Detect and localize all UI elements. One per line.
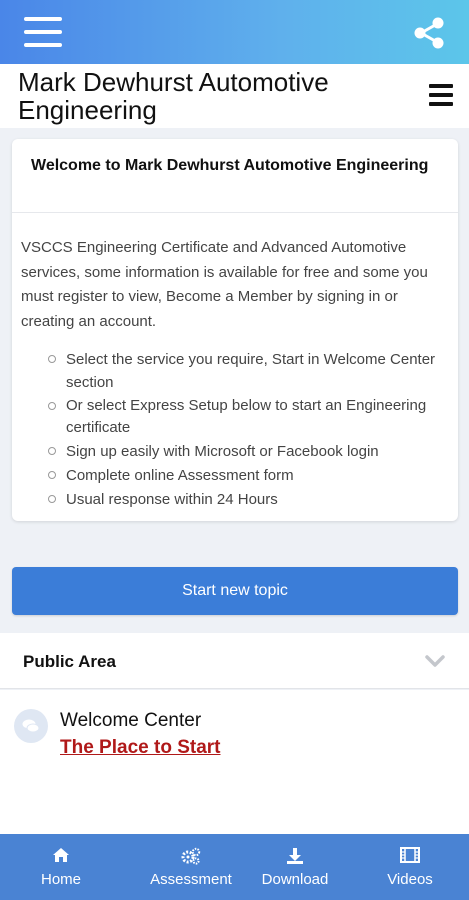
- nav-assessment[interactable]: Assessment: [141, 834, 241, 900]
- start-new-topic-button[interactable]: Start new topic: [12, 567, 458, 615]
- nav-home[interactable]: Home: [20, 834, 102, 900]
- nav-download[interactable]: Download: [250, 834, 340, 900]
- list-item: Sign up easily with Microsoft or Faceboo…: [46, 440, 446, 464]
- list-item: Usual response within 24 Hours: [46, 488, 446, 512]
- site-header: Mark Dewhurst Automotive Engineering: [0, 64, 469, 128]
- share-icon[interactable]: [412, 16, 446, 50]
- list-item: Complete online Assessment form: [46, 464, 446, 488]
- menu-icon[interactable]: [429, 84, 453, 106]
- forum-icon: [14, 709, 48, 743]
- topic-row[interactable]: Welcome Center The Place to Start: [0, 690, 469, 834]
- bullet-icon: [48, 495, 56, 503]
- topic-link[interactable]: The Place to Start: [60, 737, 221, 759]
- bullet-icon: [48, 447, 56, 455]
- home-icon: [53, 848, 69, 862]
- welcome-card-header: Welcome to Mark Dewhurst Automotive Engi…: [12, 139, 458, 213]
- list-item: Or select Express Setup below to start a…: [46, 395, 446, 440]
- list-item: Select the service you require, Start in…: [46, 348, 446, 395]
- welcome-bullet-list: Select the service you require, Start in…: [46, 348, 446, 512]
- welcome-intro-text: VSCCS Engineering Certificate and Advanc…: [21, 239, 428, 330]
- chevron-down-icon[interactable]: [424, 653, 446, 669]
- site-title: Mark Dewhurst Automotive Engineering: [18, 67, 329, 125]
- topic-name: Welcome Center: [60, 710, 202, 731]
- public-area-title: Public Area: [23, 652, 116, 671]
- bullet-icon: [48, 355, 56, 363]
- public-area-header[interactable]: Public Area: [0, 633, 469, 689]
- nav-videos[interactable]: Videos: [370, 834, 450, 900]
- cogs-icon: [181, 847, 201, 865]
- hamburger-icon[interactable]: [24, 15, 62, 49]
- bottom-navigation: Home Assessment Download Videos: [0, 834, 469, 900]
- film-icon: [400, 847, 420, 863]
- welcome-card-title: Welcome to Mark Dewhurst Automotive Engi…: [31, 157, 429, 174]
- welcome-card: Welcome to Mark Dewhurst Automotive Engi…: [12, 139, 458, 521]
- bullet-icon: [48, 402, 56, 410]
- download-icon: [287, 848, 303, 864]
- top-app-bar: [0, 0, 469, 64]
- bullet-icon: [48, 471, 56, 479]
